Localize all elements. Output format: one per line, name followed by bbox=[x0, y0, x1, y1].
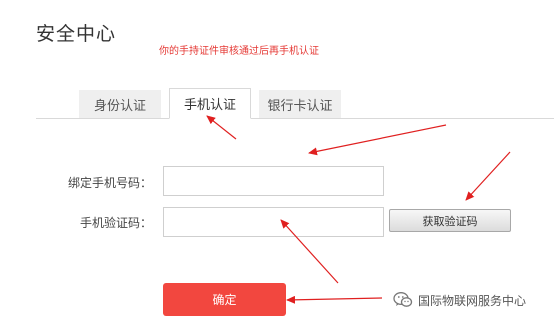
get-verification-code-button[interactable]: 获取验证码 bbox=[389, 209, 511, 232]
confirm-button[interactable]: 确定 bbox=[163, 283, 286, 316]
tab-bank-card-verification[interactable]: 银行卡认证 bbox=[259, 90, 341, 118]
verification-code-input[interactable] bbox=[163, 207, 384, 237]
wechat-icon bbox=[393, 292, 413, 307]
phone-number-label: 绑定手机号码： bbox=[67, 176, 152, 190]
arrow-to-get-code-button bbox=[465, 151, 511, 201]
tab-identity-verification[interactable]: 身份认证 bbox=[79, 90, 161, 118]
page-title: 安全中心 bbox=[36, 23, 117, 45]
tabs-divider bbox=[36, 118, 554, 119]
arrow-to-confirm-button bbox=[286, 295, 383, 304]
watermark-text: 国际物联网服务中心 bbox=[418, 293, 527, 308]
verification-notice: 你的手持证件审核通过后再手机认证 bbox=[159, 46, 319, 57]
phone-number-input[interactable] bbox=[163, 166, 384, 196]
verification-code-label: 手机验证码： bbox=[79, 216, 152, 230]
watermark: 国际物联网服务中心 bbox=[393, 291, 526, 309]
arrow-to-phone-tab bbox=[206, 115, 237, 140]
tab-phone-verification[interactable]: 手机认证 bbox=[169, 88, 251, 119]
arrow-to-phone-input bbox=[308, 124, 447, 156]
